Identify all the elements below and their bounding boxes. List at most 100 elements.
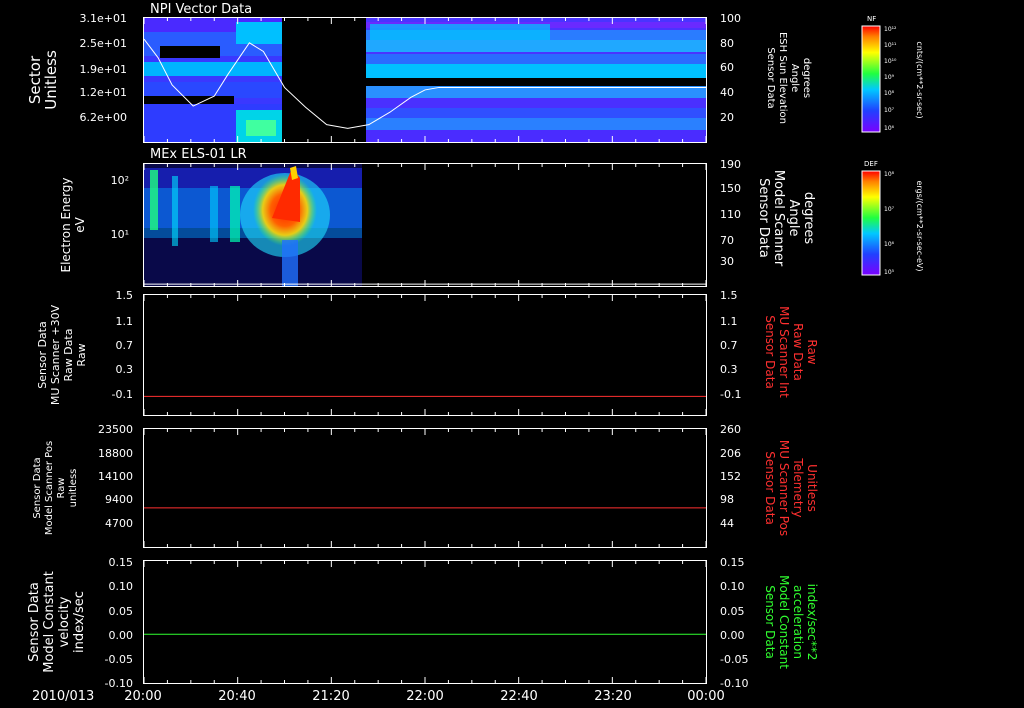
p4-rlabel-line: MU Scanner Pos [777,440,791,536]
p3-ytick: 0.7 [116,339,134,352]
p2-rlabel-line: Angle [786,200,801,237]
p3-ytick: 1.5 [116,289,134,302]
colorbar-nf-scale [861,25,881,133]
p1-ytick: 2.5e+01 [80,37,127,50]
p4-rlabel-line: Unitless [805,464,819,512]
p3-ytick: -0.1 [112,388,133,401]
colorbar-def-scale [861,170,881,276]
colorbar-def-tick: 10⁵ [884,269,895,276]
p4-ytick: 9400 [105,493,133,506]
p1-rtick: 60 [720,61,734,74]
p2-rlabel-line: Sensor Data [756,178,771,258]
p5-ytick: 0.00 [109,629,134,642]
colorbar-def-units: ergs/(cm**2-sr-sec-eV) [915,180,924,271]
p5-rtick: 0.05 [720,605,745,618]
p2-ytick: 10¹ [111,228,129,241]
colorbar-nf-tick: 10⁷ [884,107,895,114]
p2-ytick: 10² [111,174,129,187]
p4-rtick: 44 [720,517,734,530]
p5-ytick: 0.10 [109,580,134,593]
p1-rtick: 80 [720,37,734,50]
date-label: 2010/013 [32,689,94,704]
p5-rlabel-line: acceleration [791,585,805,659]
colorbar-def-label: DEF [864,160,878,168]
p3-rtick: -0.1 [720,388,741,401]
p5-rlabel-line: Model Constant [777,575,791,669]
p1-ytick: 6.2e+00 [80,111,127,124]
p4-rlabel-line: Sensor Data [763,451,777,525]
p5-rtick: 0.15 [720,556,745,569]
p3-ytick: 1.1 [116,315,134,328]
p4-ylabel-line: Sensor Data [32,457,43,518]
p1-rlabel-line: degrees [801,58,812,98]
p3-ylabel-line: MU Scanner +30V [49,304,62,405]
p1-rlabel-line: Sensor Data [765,47,776,108]
p5-ylabel-line: Sensor Data [27,582,42,662]
p3-ylabel-line: Sensor Data [36,321,49,388]
colorbar-nf-units: cnts/(cm**2-sr-sec) [915,41,924,118]
colorbar-nf-tick: 10⁹ [884,74,895,81]
p5-ylabel-line: Model Constant [42,571,57,673]
p2-rlabel-line: Model Scanner [771,170,786,267]
p5-ytick: 0.05 [109,605,134,618]
p4-ylabel-line: Raw [56,477,67,498]
colorbar-nf-label: NF [867,15,876,23]
p1-ytick: 1.9e+01 [80,63,127,76]
p3-rlabel-line: Raw [805,339,819,364]
p3-ylabel-line: Raw [75,343,88,366]
multi-panel-chart: NPI Vector Data MEx ELS-01 LR 3.1e+01 2.… [0,0,1024,708]
colorbar-def-tick: 10⁷ [884,206,895,213]
time-tick-label: 20:00 [124,689,161,704]
p2-ylabel-line: Electron Energy [59,177,73,272]
p4-rtick: 260 [720,423,741,436]
panel1-title: NPI Vector Data [150,2,252,17]
p4-rtick: 98 [720,493,734,506]
p5-rtick: 0.10 [720,580,745,593]
time-tick-label: 23:20 [594,689,631,704]
p5-rlabel-line: index/sec**2 [805,584,819,661]
colorbar-def-tick: 10⁸ [884,171,895,178]
p3-rlabel-line: MU Scanner Int [777,306,791,398]
p4-rlabel-line: Telemetry [791,457,805,517]
p4-ytick: 18800 [98,447,133,460]
p3-rtick: 0.3 [720,363,738,376]
panel1-spectrogram [144,18,706,142]
p3-rtick: 0.7 [720,339,738,352]
p2-rtick: 110 [720,208,741,221]
colorbar-def-tick: 10⁶ [884,241,895,248]
p5-ylabel-line: index/sec [72,591,87,653]
p4-ytick: 14100 [98,470,133,483]
p1-rtick: 100 [720,12,741,25]
p5-rlabel-line: Sensor Data [763,585,777,659]
time-tick-label: 20:40 [218,689,255,704]
p5-ytick: -0.05 [105,653,133,666]
p1-rlabel-line: ESH Sun Elevation [777,32,788,124]
p5-ylabel-line: velocity [57,596,72,647]
time-tick-label: 00:00 [687,689,724,704]
p1-ytick: 1.2e+01 [80,86,127,99]
p4-ytick: 23500 [98,423,133,436]
p1-rtick: 40 [720,86,734,99]
p1-rtick: 20 [720,111,734,124]
p3-rlabel-line: Raw Data [791,323,805,381]
p4-rtick: 206 [720,447,741,460]
panel2-title: MEx ELS-01 LR [150,147,247,162]
colorbar-nf-tick: 10¹⁰ [884,58,897,65]
p5-ytick: 0.15 [109,556,134,569]
p3-ylabel-line: Raw Data [62,329,75,382]
time-tick-label: 22:40 [500,689,537,704]
colorbar-nf-tick: 10⁶ [884,125,895,132]
p4-ylabel-line: Model Scanner Pos [44,441,55,535]
p2-rtick: 190 [720,158,741,171]
p4-rtick: 152 [720,470,741,483]
p2-rtick: 70 [720,234,734,247]
p5-rtick: 0.00 [720,629,745,642]
p2-rlabel-line: degrees [801,192,816,245]
time-tick-label: 21:20 [312,689,349,704]
p4-ytick: 4700 [105,517,133,530]
time-tick-label: 22:00 [406,689,443,704]
p2-rtick: 150 [720,182,741,195]
p2-rtick: 30 [720,255,734,268]
p3-rlabel-line: Sensor Data [763,315,777,389]
p1-ytick: 3.1e+01 [80,12,127,25]
